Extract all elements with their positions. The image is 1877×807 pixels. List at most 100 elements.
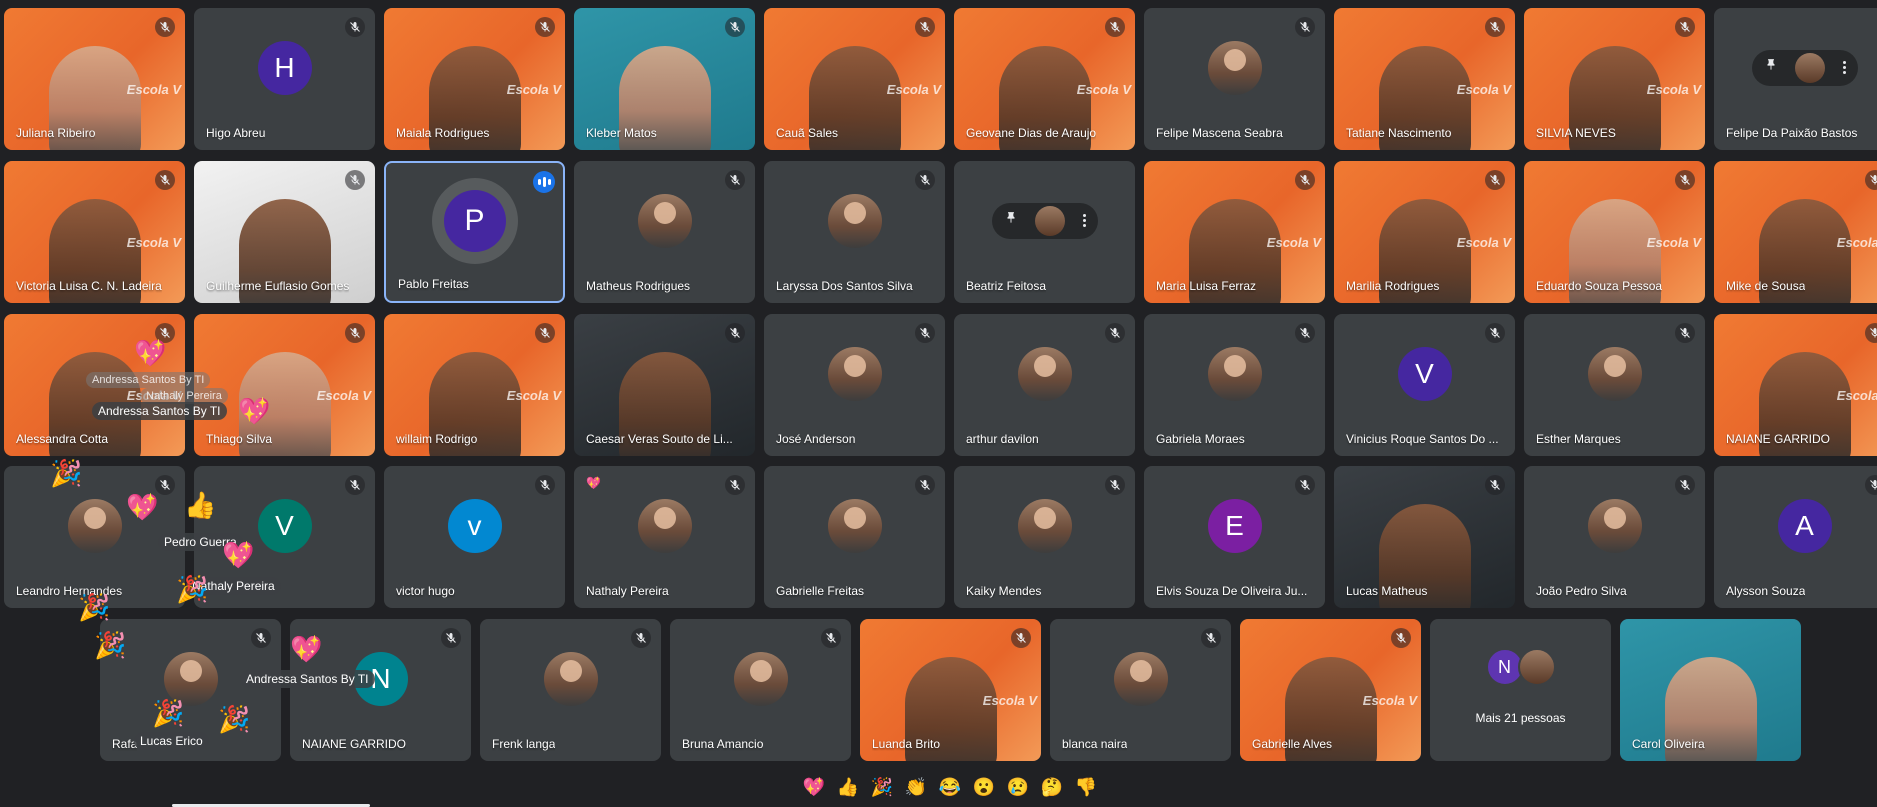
participant-name: Kaiky Mendes bbox=[966, 584, 1042, 598]
mic-off-icon bbox=[1295, 323, 1315, 343]
participant-tile[interactable]: Beatriz Feitosa bbox=[954, 161, 1135, 303]
participant-tile[interactable]: Escola V Thiago Silva bbox=[194, 314, 375, 456]
participant-tile[interactable]: 💖 Nathaly Pereira bbox=[574, 466, 755, 608]
participant-tile[interactable]: Escola V willaim Rodrigo bbox=[384, 314, 565, 456]
participant-tile[interactable]: arthur davilon bbox=[954, 314, 1135, 456]
reaction-thumbs-up-button[interactable]: 👍 bbox=[834, 773, 862, 801]
participant-name: Frenk langa bbox=[492, 737, 556, 751]
more-options-icon[interactable] bbox=[1082, 214, 1086, 228]
participant-tile[interactable]: v victor hugo bbox=[384, 466, 565, 608]
participant-tile[interactable]: Carol Oliveira bbox=[1620, 619, 1801, 761]
mic-off-icon bbox=[1485, 475, 1505, 495]
mic-off-icon bbox=[915, 170, 935, 190]
mic-off-icon bbox=[1675, 323, 1695, 343]
profile-photo bbox=[1035, 205, 1065, 236]
profile-photo bbox=[1207, 40, 1262, 95]
participant-name: Elvis Souza De Oliveira Ju... bbox=[1156, 584, 1308, 598]
mic-off-icon bbox=[1485, 323, 1505, 343]
participant-name: Gabriela Moraes bbox=[1156, 432, 1245, 446]
reaction-bar: 💖 👍 🎉 👏 😂 😮 😢 🤔 👎 bbox=[800, 771, 1100, 803]
participant-name: NAIANE GARRIDO bbox=[1726, 432, 1831, 446]
reaction-heart-button[interactable]: 💖 bbox=[800, 773, 828, 801]
participant-tile[interactable]: Escola V Juliana Ribeiro bbox=[4, 8, 185, 150]
initial-avatar: A bbox=[1777, 498, 1832, 553]
mic-off-icon bbox=[1011, 628, 1031, 648]
pin-icon[interactable] bbox=[1004, 211, 1018, 230]
participant-tile[interactable]: José Anderson bbox=[764, 314, 945, 456]
profile-photo bbox=[827, 498, 882, 553]
mic-off-icon bbox=[1865, 475, 1877, 495]
participant-tile[interactable]: Felipe Da Paixão Bastos bbox=[1714, 8, 1877, 150]
participant-name: Maiala Rodrigues bbox=[396, 126, 490, 140]
participant-tile[interactable]: P Pablo Freitas bbox=[384, 161, 565, 303]
participant-tile[interactable]: Escola V Tatiane Nascimento bbox=[1334, 8, 1515, 150]
participant-tile[interactable]: Esther Marques bbox=[1524, 314, 1705, 456]
participant-tile[interactable]: Felipe Mascena Seabra bbox=[1144, 8, 1325, 150]
mic-off-icon bbox=[725, 323, 745, 343]
mic-off-icon bbox=[155, 170, 175, 190]
participant-tile[interactable]: Leandro Hernandes bbox=[4, 466, 185, 608]
participant-tile[interactable]: Matheus Rodrigues bbox=[574, 161, 755, 303]
mic-off-icon bbox=[1865, 323, 1877, 343]
profile-photo bbox=[1017, 346, 1072, 401]
participant-tile[interactable]: N Mais 21 pessoas bbox=[1430, 619, 1611, 761]
background-watermark: Escola V bbox=[982, 693, 1037, 708]
participant-tile[interactable]: blanca naira bbox=[1050, 619, 1231, 761]
participant-tile[interactable]: Gabrielle Freitas bbox=[764, 466, 945, 608]
profile-photo bbox=[1113, 651, 1168, 706]
mic-off-icon bbox=[441, 628, 461, 648]
participant-tile[interactable]: Lucas Matheus bbox=[1334, 466, 1515, 608]
background-watermark: Escola V bbox=[1456, 82, 1511, 97]
participant-tile[interactable]: Escola V Mike de Sousa bbox=[1714, 161, 1877, 303]
participant-tile[interactable]: V Vinicius Roque Santos Do ... bbox=[1334, 314, 1515, 456]
initial-avatar: E bbox=[1207, 498, 1262, 553]
participant-tile[interactable]: Escola V Maria Luisa Ferraz bbox=[1144, 161, 1325, 303]
participant-tile[interactable]: Escola V Maiala Rodrigues bbox=[384, 8, 565, 150]
participant-tile[interactable]: Frenk langa bbox=[480, 619, 661, 761]
participant-tile[interactable]: N NAIANE GARRIDO bbox=[290, 619, 471, 761]
participant-tile[interactable]: Laryssa Dos Santos Silva bbox=[764, 161, 945, 303]
participant-tile[interactable]: Kaiky Mendes bbox=[954, 466, 1135, 608]
participant-tile[interactable]: Caesar Veras Souto de Li... bbox=[574, 314, 755, 456]
participant-tile[interactable]: A Alysson Souza bbox=[1714, 466, 1877, 608]
participant-tile[interactable]: Escola V Geovane Dias de Araujo bbox=[954, 8, 1135, 150]
reaction-thumbs-down-button[interactable]: 👎 bbox=[1072, 773, 1100, 801]
more-options-icon[interactable] bbox=[1842, 61, 1846, 75]
participant-name: Juliana Ribeiro bbox=[16, 126, 96, 140]
reaction-surprised-button[interactable]: 😮 bbox=[970, 773, 998, 801]
participant-tile[interactable]: Escola V Eduardo Souza Pessoa bbox=[1524, 161, 1705, 303]
background-watermark: Escola V bbox=[126, 82, 181, 97]
pin-icon[interactable] bbox=[1764, 58, 1778, 77]
reaction-thinking-button[interactable]: 🤔 bbox=[1038, 773, 1066, 801]
participant-tile[interactable]: Gabriela Moraes bbox=[1144, 314, 1325, 456]
participant-tile[interactable]: Escola V Luanda Brito bbox=[860, 619, 1041, 761]
participant-tile[interactable]: João Pedro Silva bbox=[1524, 466, 1705, 608]
participant-tile[interactable]: Escola V Cauã Sales bbox=[764, 8, 945, 150]
reaction-laugh-button[interactable]: 😂 bbox=[936, 773, 964, 801]
initial-avatar: v bbox=[447, 498, 502, 553]
reaction-sad-button[interactable]: 😢 bbox=[1004, 773, 1032, 801]
mic-off-icon bbox=[155, 17, 175, 37]
mic-off-icon bbox=[1105, 17, 1125, 37]
initial-avatar: H bbox=[257, 40, 312, 95]
reaction-sender-label: Andressa Santos By TI bbox=[240, 670, 375, 688]
reaction-clap-button[interactable]: 👏 bbox=[902, 773, 930, 801]
profile-photo bbox=[827, 193, 882, 248]
background-watermark: Escola V bbox=[1646, 235, 1701, 250]
reaction-party-button[interactable]: 🎉 bbox=[868, 773, 896, 801]
participant-tile[interactable]: Kleber Matos bbox=[574, 8, 755, 150]
participant-tile[interactable]: Escola V Marilia Rodrigues bbox=[1334, 161, 1515, 303]
participant-name: Geovane Dias de Araujo bbox=[966, 126, 1097, 140]
mic-off-icon bbox=[915, 323, 935, 343]
participant-tile[interactable]: Escola V Victoria Luisa C. N. Ladeira bbox=[4, 161, 185, 303]
participant-tile[interactable]: Escola V NAIANE GARRIDO bbox=[1714, 314, 1877, 456]
participant-tile[interactable]: Escola V SILVIA NEVES bbox=[1524, 8, 1705, 150]
participant-tile[interactable]: Guilherme Euflasio Gomes bbox=[194, 161, 375, 303]
mic-off-icon bbox=[535, 475, 555, 495]
participant-tile[interactable]: Escola V Gabrielle Alves bbox=[1240, 619, 1421, 761]
participant-tile[interactable]: E Elvis Souza De Oliveira Ju... bbox=[1144, 466, 1325, 608]
participant-tile[interactable]: H Higo Abreu bbox=[194, 8, 375, 150]
participant-name: Tatiane Nascimento bbox=[1346, 126, 1452, 140]
participant-tile[interactable]: Bruna Amancio bbox=[670, 619, 851, 761]
mic-off-icon bbox=[345, 475, 365, 495]
